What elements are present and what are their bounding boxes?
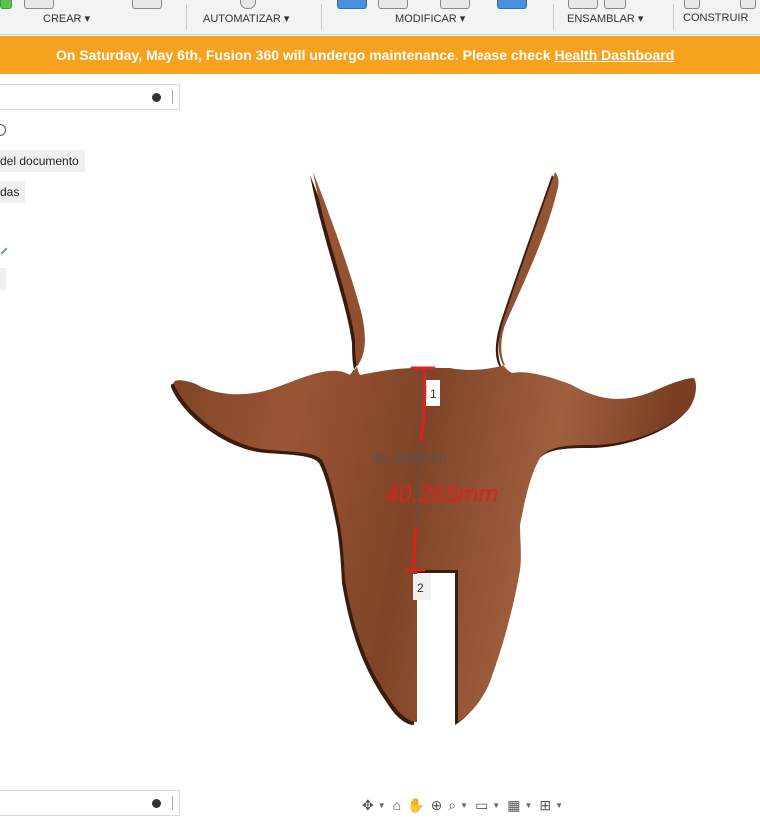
construct-menu[interactable]: CONSTRUIR [683,12,748,24]
automate-menu[interactable]: AUTOMATIZAR ▾ [203,12,289,25]
move-copy-icon[interactable] [497,0,527,9]
orbit-icon[interactable]: ✥ [360,797,376,814]
banner-message: On Saturday, May 6th, Fusion 360 will un… [56,47,555,63]
chevron-down-icon[interactable]: ▼ [378,801,389,810]
toolbar-divider [321,4,322,30]
toolbar-divider [553,4,554,30]
toolbar-divider [186,4,187,30]
offset-plane-icon[interactable] [684,0,700,9]
pan-icon[interactable]: ✋ [405,797,426,814]
comments-panel-header[interactable] [0,790,180,816]
assemble-menu[interactable]: ENSAMBLAR ▾ [567,12,643,25]
axis-icon[interactable] [740,0,756,9]
point-1-label: 1 [430,387,437,401]
create-sketch-icon[interactable] [0,0,12,9]
press-pull-icon[interactable] [337,0,367,9]
create-box-icon[interactable] [24,0,54,9]
viewports-icon[interactable]: ⊞ [537,797,553,814]
chevron-down-icon[interactable]: ▼ [524,801,535,810]
maintenance-banner: On Saturday, May 6th, Fusion 360 will un… [0,36,760,74]
grid-icon[interactable]: ▦ [505,797,522,814]
navigation-bar: ✥ ▼ ⌂ ✋ ⊕ ⌕ ▼ ▭ ▼ ▦ ▼ ⊞ ▼ [360,792,566,818]
toolbar-divider [673,4,674,30]
add-comment-icon[interactable] [152,799,161,808]
fit-icon[interactable]: ⌕ [446,797,458,814]
chevron-down-icon[interactable]: ▼ [492,801,503,810]
point-2-label: 2 [417,581,424,595]
create-menu[interactable]: CREAR ▾ [43,12,90,25]
new-component-icon[interactable] [568,0,598,9]
display-settings-icon[interactable]: ▭ [473,797,490,814]
handwritten-dimension: 40.265mm [385,481,498,508]
look-at-icon[interactable]: ⌂ [391,797,403,813]
automate-icon[interactable] [240,0,256,9]
toolbar: CREAR ▾ AUTOMATIZAR ▾ MODIFICAR ▾ ENSAMB… [0,0,760,35]
chevron-down-icon[interactable]: ▼ [460,801,471,810]
canvas-viewport[interactable]: 1 2 40.265 mm 40.265mm [0,75,760,790]
dimension-value: 40.265 mm [372,450,447,467]
banner-text: On Saturday, May 6th, Fusion 360 will un… [56,36,674,74]
panel-grip-icon[interactable] [172,796,173,810]
shell-icon[interactable] [440,0,470,9]
zoom-icon[interactable]: ⊕ [429,797,445,814]
chevron-down-icon[interactable]: ▼ [555,801,566,810]
fillet-icon[interactable] [378,0,408,9]
joint-icon[interactable] [604,0,626,9]
health-dashboard-link[interactable]: Health Dashboard [554,47,674,63]
modify-menu[interactable]: MODIFICAR ▾ [395,12,465,25]
create-form-icon[interactable] [132,0,162,9]
goat-head-model[interactable] [170,172,696,725]
